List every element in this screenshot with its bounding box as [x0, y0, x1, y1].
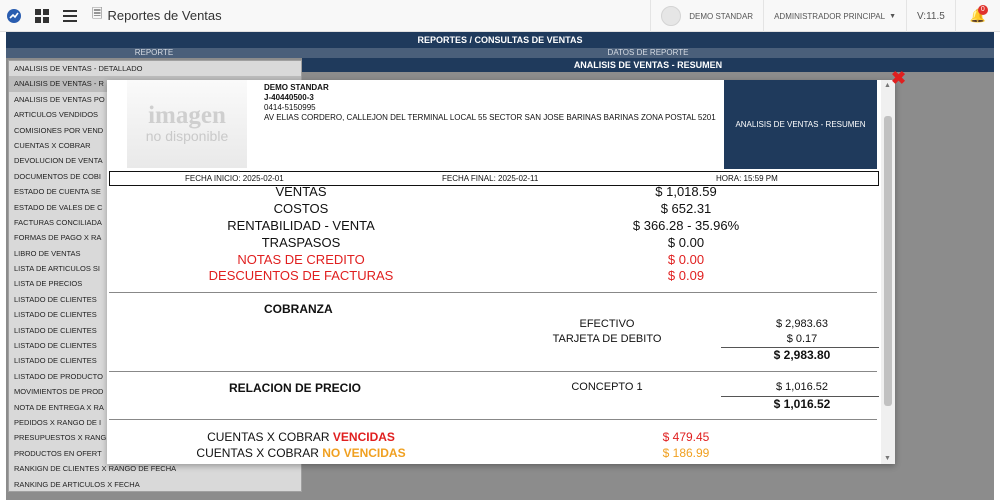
cobranza-title: COBRANZA [264, 302, 333, 316]
version-text: V:11.5 [917, 10, 945, 22]
no-vencidas-word: NO VENCIDAS [322, 446, 406, 460]
rentabilidad-value: $ 366.28 - 35.96% [632, 218, 740, 233]
user-name: ADMINISTRADOR PRINCIPAL [774, 11, 886, 21]
efectivo-label: EFECTIVO [579, 318, 635, 330]
page-title-text: Reportes de Ventas [107, 8, 222, 23]
fecha-final: FECHA FINAL: 2025-02-11 [442, 174, 539, 183]
report-list-item[interactable]: RANKING DE ARTICULOS X FECHA [9, 477, 301, 491]
costos-value: $ 652.31 [660, 201, 712, 216]
company-avatar [661, 6, 682, 26]
notas-credito-value: $ 0.00 [667, 252, 705, 267]
costos-label: COSTOS [273, 201, 329, 216]
notifications-button[interactable]: 🔔 0 [954, 0, 1000, 32]
concepto-value: $ 1,016.52 [776, 381, 828, 393]
user-menu[interactable]: ADMINISTRADOR PRINCIPAL ▼ [763, 0, 906, 32]
descuentos-label: DESCUENTOS DE FACTURAS [208, 268, 394, 283]
scroll-up-icon[interactable]: ▲ [884, 82, 891, 89]
company-name: DEMO STANDAR [689, 11, 754, 21]
chevron-down-icon: ▼ [889, 12, 896, 20]
cuentas-no-vencidas-value: $ 186.99 [662, 446, 710, 460]
rentabilidad-label: RENTABILIDAD - VENTA [227, 218, 375, 233]
reporte-column-header: REPORTE [6, 48, 302, 58]
company-info: DEMO STANDAR J-40440500-3 0414-5150995 A… [264, 83, 724, 123]
fecha-inicio: FECHA INICIO: 2025-02-01 [185, 174, 284, 183]
report-title-badge: ANALISIS DE VENTAS - RESUMEN [724, 80, 877, 169]
bell-icon: 🔔 0 [969, 5, 988, 23]
divider [109, 371, 877, 372]
concepto-label: CONCEPTO 1 [571, 381, 643, 393]
cuentas-vencidas-value: $ 479.45 [662, 430, 710, 444]
logo-line2: no disponible [145, 128, 229, 144]
app-logo-icon[interactable] [0, 0, 28, 32]
ventas-value: $ 1,018.59 [655, 184, 717, 199]
precio-total: $ 1,016.52 [773, 397, 831, 411]
divider [109, 292, 877, 293]
company-logo-placeholder: imagen no disponible [127, 80, 247, 168]
relacion-precio-title: RELACION DE PRECIO [229, 381, 362, 395]
notas-credito-label: NOTAS DE CREDITO [237, 252, 365, 267]
cobranza-total: $ 2,983.80 [773, 348, 831, 362]
debito-label: TARJETA DE DEBITO [552, 333, 662, 345]
cuentas-no-vencidas-label: CUENTAS X COBRAR NO VENCIDAS [151, 446, 451, 460]
vencidas-word: VENCIDAS [332, 430, 395, 444]
cuentas-vencidas-label: CUENTAS X COBRAR VENCIDAS [151, 430, 451, 444]
traspasos-label: TRASPASOS [261, 235, 341, 250]
debito-value: $ 0.17 [786, 333, 818, 345]
windows-icon[interactable] [28, 0, 56, 32]
traspasos-value: $ 0.00 [667, 235, 705, 250]
logo-line1: imagen [148, 102, 226, 129]
hamburger-menu-icon[interactable] [56, 0, 84, 32]
company-phone: 0414-5150995 [264, 103, 316, 112]
efectivo-value: $ 2,983.63 [776, 318, 828, 330]
document-icon: 🗏 [92, 5, 103, 21]
datos-column-header: DATOS DE REPORTE [302, 48, 994, 58]
company-rif: J-40440500-3 [264, 93, 314, 102]
ventas-label: VENTAS [275, 184, 327, 199]
hora: HORA: 15:59 PM [716, 174, 778, 183]
notification-badge: 0 [977, 5, 988, 15]
version-label: V:11.5 [906, 0, 955, 32]
divider [109, 419, 877, 420]
report-preview-modal: imagen no disponible DEMO STANDAR J-4044… [107, 80, 895, 464]
close-icon[interactable]: ✖ [891, 69, 906, 87]
top-bar: 🗏 Reportes de Ventas DEMO STANDAR ADMINI… [0, 0, 1000, 32]
report-list-item[interactable]: ANALISIS DE VENTAS - DETALLADO [9, 61, 301, 76]
company-info-name: DEMO STANDAR [264, 83, 329, 92]
company-address: AV ELIAS CORDERO, CALLEJON DEL TERMINAL … [264, 113, 716, 122]
descuentos-value: $ 0.09 [667, 268, 705, 283]
scroll-down-icon[interactable]: ▼ [884, 455, 891, 462]
cuentas-prefix: CUENTAS X COBRAR [196, 446, 319, 460]
company-selector[interactable]: DEMO STANDAR [650, 0, 763, 32]
reports-header: REPORTES / CONSULTAS DE VENTAS [6, 32, 994, 48]
page-title: 🗏 Reportes de Ventas [92, 5, 222, 27]
cuentas-prefix: CUENTAS X COBRAR [207, 430, 330, 444]
scrollbar-thumb[interactable] [884, 116, 892, 406]
modal-scrollbar[interactable]: ▲ ▼ [881, 80, 895, 464]
